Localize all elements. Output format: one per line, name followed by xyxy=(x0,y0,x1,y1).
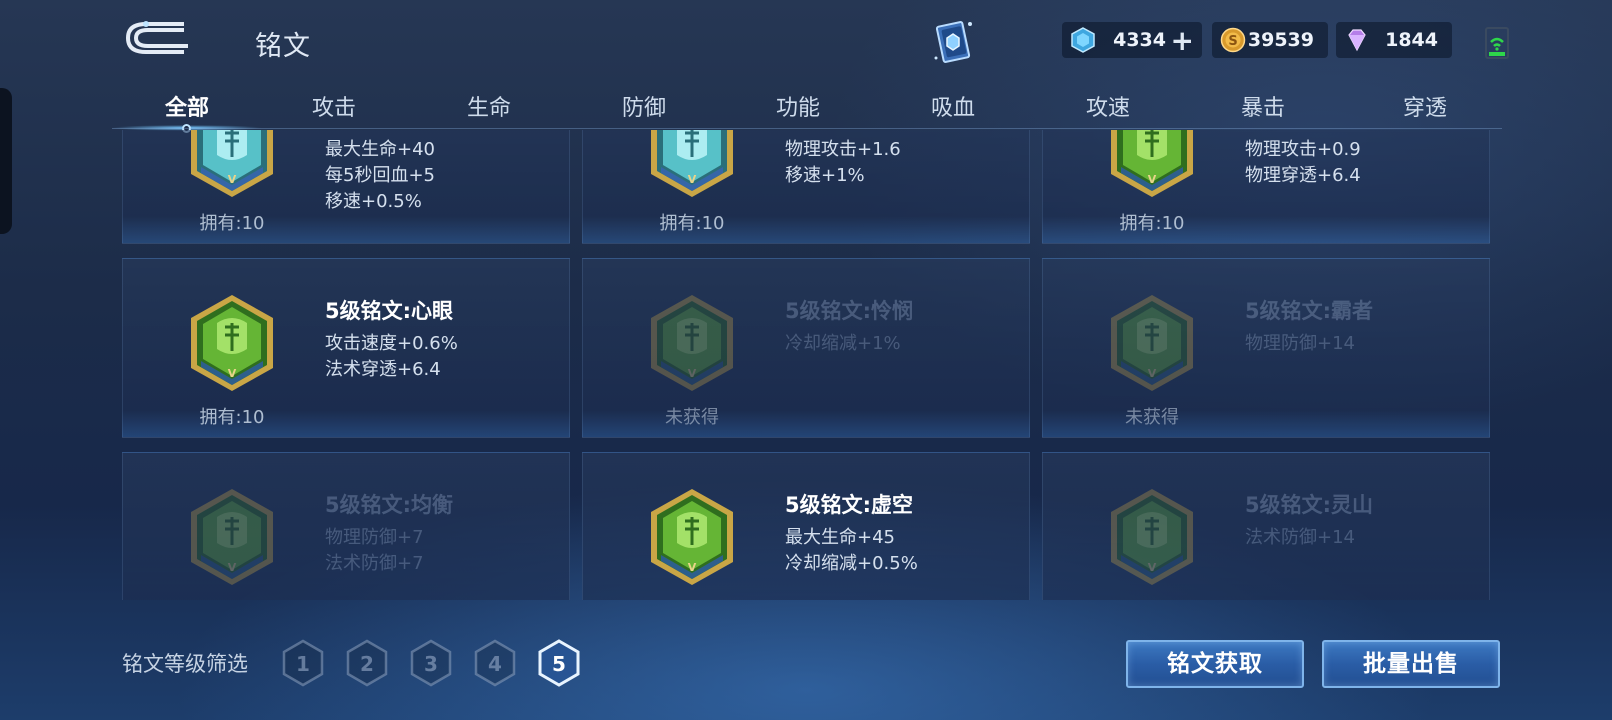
bulk-sell-button[interactable]: 批量出售 xyxy=(1322,640,1500,688)
rune-emblem-icon: V xyxy=(651,130,733,197)
rune-stat: 冷却缩减+0.5% xyxy=(785,553,918,574)
level-filter-number: 2 xyxy=(360,652,374,676)
svg-text:V: V xyxy=(688,561,697,574)
rune-owned-count: 拥有:10 xyxy=(659,213,725,234)
rune-stat: 法术穿透+6.4 xyxy=(325,359,441,380)
tab-all[interactable]: 全部 xyxy=(165,90,209,122)
level-filter-5[interactable]: 5 xyxy=(536,638,582,688)
svg-text:V: V xyxy=(228,367,237,380)
tab-lifesteal[interactable]: 吸血 xyxy=(931,90,975,122)
rune-stat: 法术防御+7 xyxy=(325,553,424,574)
rune-card[interactable]: V 5级铭文:灵山 法术防御+14 xyxy=(1042,452,1490,600)
category-tabs: 全部 攻击 生命 防御 功能 吸血 攻速 暴击 穿透 xyxy=(112,86,1502,134)
rune-emblem-icon: V xyxy=(1111,489,1193,585)
rune-card[interactable]: V 5级铭文:怜悯 冷却缩减+1% 未获得 xyxy=(582,258,1030,438)
acquire-rune-button[interactable]: 铭文获取 xyxy=(1126,640,1304,688)
add-gem-button[interactable]: + xyxy=(1171,24,1194,57)
tab-utility[interactable]: 功能 xyxy=(776,90,820,122)
tab-health[interactable]: 生命 xyxy=(467,90,511,122)
rune-card[interactable]: V 5级铭文:心眼 攻击速度+0.6% 法术穿透+6.4 拥有:10 xyxy=(122,258,570,438)
rune-name: 5级铭文:灵山 xyxy=(1245,493,1374,517)
svg-text:V: V xyxy=(1148,561,1157,574)
rune-stat: 法术防御+14 xyxy=(1245,527,1355,548)
screen-notch xyxy=(0,88,12,234)
rune-emblem-icon: V xyxy=(191,295,273,391)
svg-text:V: V xyxy=(688,173,697,186)
svg-text:V: V xyxy=(228,173,237,186)
tab-penetration[interactable]: 穿透 xyxy=(1403,90,1447,122)
rune-emblem-icon: V xyxy=(191,489,273,585)
rune-owned-count: 未获得 xyxy=(1125,407,1179,428)
rune-emblem-icon: V xyxy=(191,130,273,197)
diamond-amount: 1844 xyxy=(1385,29,1438,51)
rune-stat: 最大生命+45 xyxy=(785,527,895,548)
page-title: 铭文 xyxy=(255,31,311,62)
rune-name: 5级铭文:均衡 xyxy=(325,493,454,517)
rune-owned-count: 拥有:10 xyxy=(199,407,265,428)
back-button[interactable] xyxy=(124,20,192,56)
rune-owned-count: 未获得 xyxy=(665,407,719,428)
rune-emblem-icon: V xyxy=(1111,295,1193,391)
gem-currency: 4334 + xyxy=(1062,22,1202,58)
rune-emblem-icon: V xyxy=(651,489,733,585)
rune-book-icon[interactable] xyxy=(930,18,976,66)
rune-card[interactable]: V 物理攻击+1.6 移速+1% 拥有:10 xyxy=(582,130,1030,244)
gold-currency: S 39539 xyxy=(1212,22,1328,58)
rune-grid[interactable]: V 最大生命+40 每5秒回血+5 移速+0.5% 拥有:10 V 物理攻击+1.6 移速+1… xyxy=(122,130,1492,600)
rune-stat: 每5秒回血+5 xyxy=(325,165,435,186)
diamond-currency: 1844 xyxy=(1336,22,1452,58)
svg-text:V: V xyxy=(1148,367,1157,380)
level-filter-2[interactable]: 2 xyxy=(344,638,390,688)
rune-name: 5级铭文:虚空 xyxy=(785,493,914,517)
purple-diamond-icon xyxy=(1348,29,1366,52)
tab-defense[interactable]: 防御 xyxy=(622,90,666,122)
rune-stat: 最大生命+40 xyxy=(325,139,435,160)
rune-owned-count: 拥有:10 xyxy=(199,213,265,234)
level-filter-1[interactable]: 1 xyxy=(280,638,326,688)
tab-critical[interactable]: 暴击 xyxy=(1241,90,1285,122)
rune-stat: 物理攻击+1.6 xyxy=(785,139,901,160)
svg-text:V: V xyxy=(228,561,237,574)
rune-card[interactable]: V 5级铭文:虚空 最大生命+45 冷却缩减+0.5% xyxy=(582,452,1030,600)
rune-emblem-icon: V xyxy=(1111,130,1193,197)
level-filter-number: 4 xyxy=(488,652,502,676)
rune-stat: 物理防御+14 xyxy=(1245,333,1355,354)
level-filter-number: 3 xyxy=(424,652,438,676)
rune-name: 5级铭文:心眼 xyxy=(325,299,454,323)
gold-amount: 39539 xyxy=(1247,29,1314,51)
tab-attack[interactable]: 攻击 xyxy=(312,90,356,122)
rune-stat: 冷却缩减+1% xyxy=(785,333,901,354)
rune-stat: 物理攻击+0.9 xyxy=(1245,139,1361,160)
gold-coin-icon: S xyxy=(1220,27,1246,53)
rune-stat: 物理穿透+6.4 xyxy=(1245,165,1361,186)
rune-name: 5级铭文:怜悯 xyxy=(785,299,914,323)
rune-stat: 移速+1% xyxy=(785,165,865,186)
tabs-divider xyxy=(112,128,1502,129)
rune-card[interactable]: V 最大生命+40 每5秒回血+5 移速+0.5% 拥有:10 xyxy=(122,130,570,244)
rune-owned-count: 拥有:10 xyxy=(1119,213,1185,234)
blue-gem-icon xyxy=(1071,27,1095,53)
gem-amount: 4334 xyxy=(1113,29,1166,51)
level-filter-number: 5 xyxy=(552,652,566,676)
rune-name: 5级铭文:霸者 xyxy=(1245,299,1374,323)
wifi-signal-icon xyxy=(1485,27,1509,59)
level-filter-number: 1 xyxy=(296,652,310,676)
level-filter-3[interactable]: 3 xyxy=(408,638,454,688)
level-filter-label: 铭文等级筛选 xyxy=(122,652,248,676)
rune-card[interactable]: V 物理攻击+0.9 物理穿透+6.4 拥有:10 xyxy=(1042,130,1490,244)
svg-text:V: V xyxy=(688,367,697,380)
rune-emblem-icon: V xyxy=(651,295,733,391)
rune-stat: 攻击速度+0.6% xyxy=(325,333,458,354)
level-filter-4[interactable]: 4 xyxy=(472,638,518,688)
rune-card[interactable]: V 5级铭文:霸者 物理防御+14 未获得 xyxy=(1042,258,1490,438)
rune-stat: 物理防御+7 xyxy=(325,527,424,548)
svg-text:V: V xyxy=(1148,173,1157,186)
svg-text:S: S xyxy=(1228,34,1237,49)
rune-card[interactable]: V 5级铭文:均衡 物理防御+7 法术防御+7 xyxy=(122,452,570,600)
tab-attack-speed[interactable]: 攻速 xyxy=(1086,90,1130,122)
